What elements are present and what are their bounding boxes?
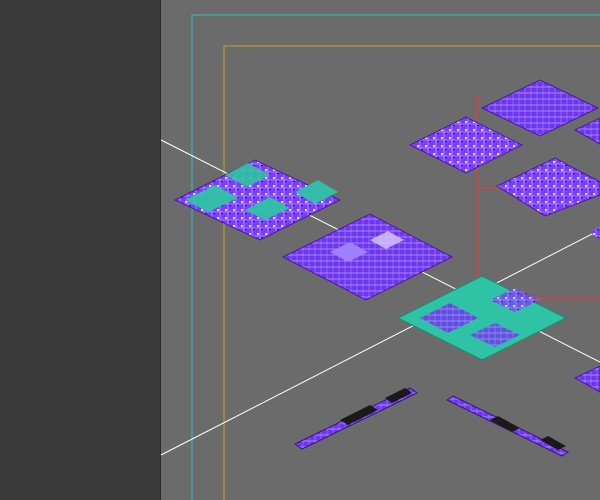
pcb-board-7[interactable] bbox=[573, 117, 600, 145]
pcb-strip-1[interactable] bbox=[294, 387, 418, 450]
pcb-board-3[interactable] bbox=[396, 275, 568, 361]
pcb-board-9[interactable] bbox=[573, 365, 600, 393]
pcb-board-6[interactable] bbox=[495, 157, 600, 217]
pcb-board-4[interactable] bbox=[408, 116, 524, 174]
pcb-board-1[interactable] bbox=[173, 159, 342, 241]
pcb-strip-2[interactable] bbox=[445, 395, 570, 457]
scene-canvas[interactable] bbox=[0, 0, 600, 500]
pcb-board-8[interactable] bbox=[590, 227, 600, 240]
pcb-board-2[interactable] bbox=[281, 213, 454, 301]
